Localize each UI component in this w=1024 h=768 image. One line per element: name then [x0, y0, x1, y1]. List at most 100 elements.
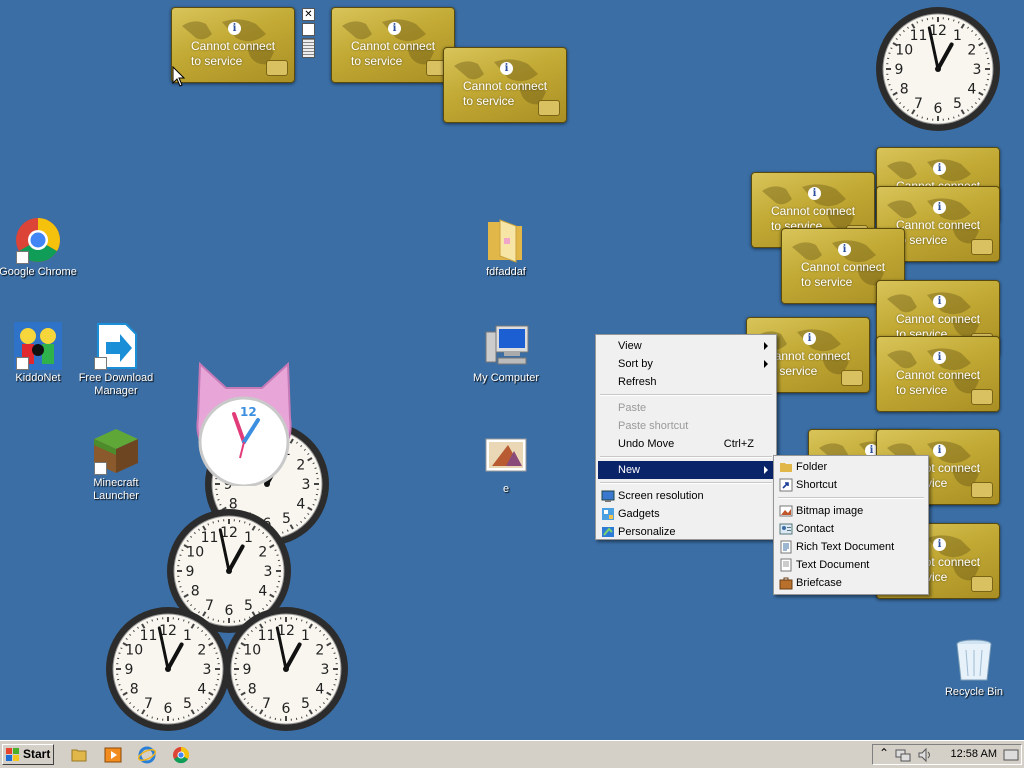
desktop-icon-free-download-manager[interactable]: Free Download Manager: [76, 322, 156, 398]
desktop-icon-fdfaddaf[interactable]: fdfaddaf: [466, 216, 546, 279]
menu-item-personalize[interactable]: Personalize: [598, 523, 774, 541]
taskbar-clock[interactable]: 12:58 AM: [951, 745, 997, 764]
submenu-item-contact[interactable]: Contact: [776, 520, 926, 538]
submenu-arrow-icon: [764, 466, 768, 474]
desktop-icon-label: fdfaddaf: [486, 266, 526, 278]
menu-item-view[interactable]: View: [598, 337, 774, 355]
desktop-icon-label: e: [502, 483, 510, 495]
info-icon: i: [933, 201, 946, 214]
gadget-toolbar: ✕: [302, 8, 316, 60]
menu-item-screen-resolution[interactable]: Screen resolution: [598, 487, 774, 505]
explorer-icon[interactable]: [70, 746, 88, 764]
submenu-item-shortcut[interactable]: Shortcut: [776, 476, 926, 494]
menu-item-paste-shortcut[interactable]: Paste shortcut: [598, 417, 774, 435]
menu-item-undo-move[interactable]: Undo Move Ctrl+Z: [598, 435, 774, 453]
info-icon: i: [388, 22, 401, 35]
gadget-options-button[interactable]: [302, 23, 315, 36]
network-icon[interactable]: [895, 747, 911, 763]
svg-text:3: 3: [973, 62, 982, 78]
kiddonet-icon: [14, 322, 62, 370]
windows-flag-icon: [6, 748, 19, 761]
desktop-icon-my-computer[interactable]: My Computer: [466, 322, 546, 385]
submenu-item-bitmap-image[interactable]: Bitmap image: [776, 502, 926, 520]
gadget-message: Cannot connect to service: [351, 39, 436, 68]
info-icon: i: [838, 243, 851, 256]
show-desktop-icon[interactable]: [1003, 747, 1019, 763]
shortcut-key-text: Ctrl+Z: [723, 438, 754, 450]
gadget-message: Cannot connect to service: [766, 349, 851, 378]
desktop-icon-e[interactable]: e: [466, 433, 546, 496]
gadgets-icon: [602, 508, 614, 520]
weather-gadget[interactable]: i Cannot connect to service: [876, 336, 1000, 412]
gadget-drag-handle[interactable]: [302, 38, 315, 58]
svg-text:2: 2: [197, 643, 206, 659]
desktop-icon-minecraft-launcher[interactable]: Minecraft Launcher: [76, 427, 156, 503]
weather-gadget[interactable]: i Cannot connect to service: [171, 7, 295, 83]
info-icon: i: [228, 22, 241, 35]
menu-item-paste[interactable]: Paste: [598, 399, 774, 417]
menu-item-gadgets[interactable]: Gadgets: [598, 505, 774, 523]
info-icon: i: [808, 187, 821, 200]
rich-text-document-icon: [780, 540, 792, 554]
info-icon: i: [933, 295, 946, 308]
volume-icon[interactable]: [917, 747, 933, 763]
folder-icon: [482, 216, 530, 264]
shortcut-icon: [779, 478, 793, 492]
info-icon: i: [500, 62, 513, 75]
minecraft-icon: [92, 427, 140, 475]
svg-text:1: 1: [244, 530, 253, 546]
menu-item-refresh[interactable]: Refresh: [598, 373, 774, 391]
desktop-icon-label: Google Chrome: [0, 266, 77, 278]
show-hidden-icons-icon[interactable]: ⌃: [879, 746, 889, 760]
weather-gadget[interactable]: i Cannot connect to service: [331, 7, 455, 83]
desktop-context-menu: View Sort by Refresh Paste Paste shortcu…: [595, 334, 777, 540]
svg-text:4: 4: [296, 497, 305, 513]
analog-clock-gadget[interactable]: 123456789101112: [104, 605, 232, 733]
submenu-item-rich-text-document[interactable]: Rich Text Document: [776, 538, 926, 556]
start-button[interactable]: Start: [2, 744, 54, 765]
desktop-icon-google-chrome[interactable]: Google Chrome: [0, 216, 78, 279]
chrome-icon: [14, 216, 62, 264]
svg-text:10: 10: [186, 545, 204, 561]
svg-text:9: 9: [895, 62, 904, 78]
taskbar: Start ⌃ 12:58 AM: [0, 740, 1024, 768]
weather-gadget[interactable]: i Cannot connect to service: [443, 47, 567, 123]
submenu-arrow-icon: [764, 342, 768, 350]
bitmap-image-icon: [779, 505, 793, 517]
menu-separator: [600, 394, 772, 396]
chrome-icon[interactable]: [172, 746, 190, 764]
svg-text:5: 5: [301, 696, 310, 712]
svg-text:3: 3: [321, 662, 330, 678]
desktop-icon-label: Free Download Manager: [78, 372, 154, 397]
folder-icon: [780, 463, 792, 472]
desktop[interactable]: ✕ i Cannot connect to service i Cannot conn…: [0, 0, 1024, 740]
media-player-icon[interactable]: [104, 746, 122, 764]
menu-item-sort-by[interactable]: Sort by: [598, 355, 774, 373]
submenu-item-briefcase[interactable]: Briefcase: [776, 574, 926, 592]
recycle-bin-icon: [950, 636, 998, 684]
analog-clock-gadget[interactable]: 123456789101112: [874, 5, 1002, 133]
desktop-icon-kiddonet[interactable]: KiddoNet: [0, 322, 78, 385]
internet-explorer-icon[interactable]: [138, 746, 156, 764]
contact-icon: [779, 523, 793, 535]
desktop-icon-label: Minecraft Launcher: [93, 477, 139, 502]
svg-text:4: 4: [315, 682, 324, 698]
shortcut-arrow-icon: [94, 462, 107, 475]
submenu-item-text-document[interactable]: Text Document: [776, 556, 926, 574]
info-icon: i: [933, 351, 946, 364]
new-submenu: Folder Shortcut Bitmap image Contact Ric…: [773, 455, 929, 595]
shortcut-arrow-icon: [16, 251, 29, 264]
system-tray: ⌃ 12:58 AM: [872, 744, 1022, 765]
gadget-close-button[interactable]: ✕: [302, 8, 315, 21]
info-icon: i: [803, 332, 816, 345]
analog-clock-gadget[interactable]: 123456789101112: [222, 605, 350, 733]
gadget-message: Cannot connect to service: [463, 79, 548, 108]
svg-text:2: 2: [967, 43, 976, 59]
svg-text:10: 10: [895, 43, 913, 59]
briefcase-icon: [779, 577, 793, 590]
cat-clock-gadget[interactable]: 12: [186, 358, 302, 488]
submenu-item-folder[interactable]: Folder: [776, 458, 926, 476]
menu-item-new[interactable]: New: [598, 461, 774, 479]
svg-text:10: 10: [243, 643, 261, 659]
desktop-icon-recycle-bin[interactable]: Recycle Bin: [934, 636, 1014, 699]
